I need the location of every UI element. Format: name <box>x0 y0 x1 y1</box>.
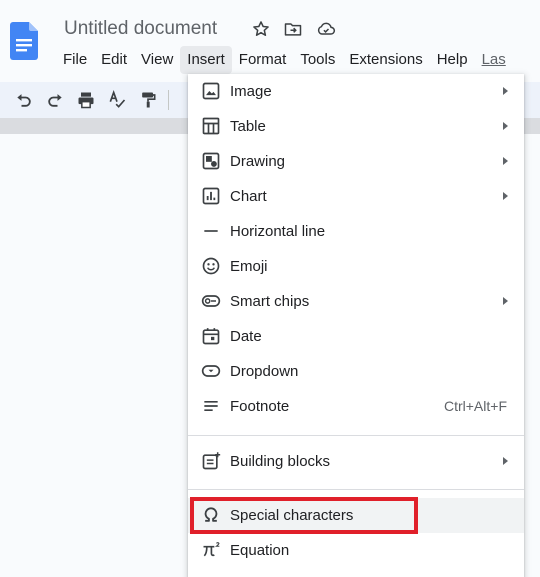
menu-divider <box>188 489 524 490</box>
menu-item-label: Horizontal line <box>230 223 326 240</box>
insert-menu-item-special-characters[interactable]: Special characters <box>188 498 524 533</box>
insert-menu-item-footnote[interactable]: Footnote Ctrl+Alt+F <box>188 389 524 424</box>
menu-item-label: Drawing <box>230 153 286 170</box>
drawing-icon <box>202 152 220 170</box>
menu-file[interactable]: File <box>56 46 94 74</box>
menu-help[interactable]: Help <box>430 46 475 74</box>
insert-menu-item-drawing[interactable]: Drawing <box>188 144 524 179</box>
toolbar-separator <box>168 90 169 110</box>
dropdown-icon <box>201 365 221 377</box>
google-docs-logo-icon[interactable] <box>10 22 38 60</box>
horizontal-line-icon <box>204 230 218 232</box>
cloud-saved-icon[interactable] <box>316 19 336 39</box>
chart-icon <box>202 187 220 205</box>
menu-item-label: Dropdown <box>230 363 299 380</box>
shortcut-label: Ctrl+Alt+F <box>443 398 507 414</box>
menu-extensions[interactable]: Extensions <box>342 46 429 74</box>
omega-icon <box>204 507 218 522</box>
table-icon <box>202 117 220 135</box>
menu-item-label: Equation <box>230 542 290 559</box>
paint-format-icon[interactable] <box>138 90 158 110</box>
menu-item-label: Special characters <box>230 507 354 524</box>
menu-item-label: Date <box>230 328 262 345</box>
calendar-icon <box>202 328 220 345</box>
menu-edit[interactable]: Edit <box>94 46 134 74</box>
submenu-arrow-icon <box>503 192 508 200</box>
menu-item-label: Table <box>230 118 266 135</box>
menubar: File Edit View Insert Format Tools Exten… <box>56 46 513 74</box>
insert-menu-item-smart-chips[interactable]: Smart chips <box>188 284 524 319</box>
submenu-arrow-icon <box>503 87 508 95</box>
redo-icon[interactable] <box>45 90 65 110</box>
menu-insert[interactable]: Insert <box>180 46 232 74</box>
submenu-arrow-icon <box>503 457 508 465</box>
insert-menu-item-table[interactable]: Table <box>188 109 524 144</box>
undo-icon[interactable] <box>14 90 34 110</box>
building-blocks-icon <box>202 452 221 470</box>
submenu-arrow-icon <box>503 122 508 130</box>
menu-item-label: Image <box>230 83 272 100</box>
star-icon[interactable] <box>251 19 271 39</box>
menu-item-label: Footnote <box>230 398 290 415</box>
menu-divider <box>188 435 524 436</box>
menu-view[interactable]: View <box>134 46 180 74</box>
insert-menu-item-date[interactable]: Date <box>188 319 524 354</box>
smart-chips-icon <box>201 295 221 307</box>
insert-menu-item-equation[interactable]: Equation <box>188 533 524 568</box>
insert-menu-item-building-blocks[interactable]: Building blocks <box>188 444 524 479</box>
insert-menu-item-chart[interactable]: Chart <box>188 179 524 214</box>
submenu-arrow-icon <box>503 157 508 165</box>
spellcheck-icon[interactable] <box>107 90 127 110</box>
insert-menu-item-horizontal-line[interactable]: Horizontal line <box>188 214 524 249</box>
insert-menu-item-dropdown[interactable]: Dropdown <box>188 354 524 389</box>
emoji-icon <box>202 257 220 275</box>
footnote-icon <box>204 401 218 411</box>
move-to-folder-icon[interactable] <box>283 19 303 39</box>
document-title[interactable]: Untitled document <box>64 18 217 40</box>
menu-item-label: Smart chips <box>230 293 310 310</box>
menu-item-label: Building blocks <box>230 453 331 470</box>
pi-icon <box>203 542 220 557</box>
insert-menu: Image Table Drawing Chart Horizontal lin <box>188 74 524 577</box>
insert-menu-item-image[interactable]: Image <box>188 74 524 109</box>
image-icon <box>202 82 220 100</box>
menu-format[interactable]: Format <box>232 46 294 74</box>
last-edit-link[interactable]: Las <box>475 46 513 74</box>
print-icon[interactable] <box>76 90 96 110</box>
menu-tools[interactable]: Tools <box>293 46 342 74</box>
menu-item-label: Chart <box>230 188 267 205</box>
insert-menu-item-emoji[interactable]: Emoji <box>188 249 524 284</box>
submenu-arrow-icon <box>503 297 508 305</box>
menu-item-label: Emoji <box>230 258 268 275</box>
